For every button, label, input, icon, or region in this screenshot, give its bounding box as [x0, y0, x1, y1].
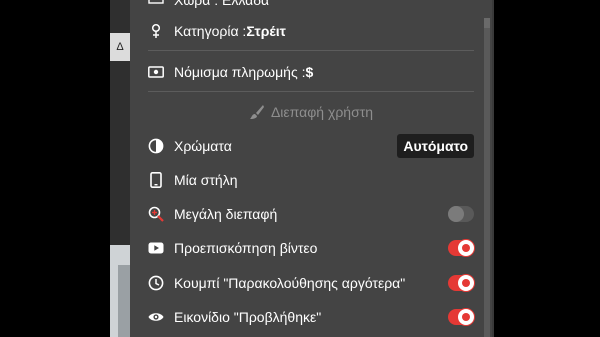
phone-icon: [148, 172, 164, 188]
banknote-icon: [148, 64, 164, 80]
colors-label: Χρώματα: [174, 138, 232, 154]
contrast-icon: [148, 138, 164, 154]
background-video-thumbnail: [110, 245, 130, 337]
ui-section-label: Διεπαφή χρήστη: [270, 104, 374, 120]
large-interface-toggle[interactable]: [448, 206, 474, 222]
currency-row[interactable]: Νόμισμα πληρωμής : $: [148, 57, 474, 87]
eye-icon: [148, 309, 164, 325]
watch-later-row[interactable]: Κουμπί "Παρακολούθησης αργότερα": [148, 268, 475, 298]
colors-row[interactable]: Χρώματα Αυτόματο: [148, 131, 474, 161]
ui-section-title: Διεπαφή χρήστη: [148, 98, 474, 126]
clock-icon: [148, 275, 164, 291]
background-tab-label: Δ: [116, 41, 124, 53]
video-preview-toggle[interactable]: [448, 239, 475, 257]
watched-icon-toggle[interactable]: [448, 308, 475, 326]
watch-later-toggle[interactable]: [448, 274, 475, 292]
divider: [148, 91, 474, 92]
single-column-row[interactable]: Μία στήλη: [148, 165, 474, 195]
video-preview-row[interactable]: Προεπισκόπηση βίντεο: [148, 233, 475, 263]
watch-later-label: Κουμπί "Παρακολούθησης αργότερα": [174, 275, 406, 291]
colors-mode-button[interactable]: Αυτόματο: [397, 134, 474, 158]
category-row[interactable]: Κατηγορία : Στρέιτ: [148, 16, 474, 46]
play-icon: [148, 240, 164, 256]
menu-scrollbar-thumb[interactable]: [484, 18, 490, 28]
zoom-icon: [148, 206, 164, 222]
flag-icon: [148, 0, 164, 8]
category-label: Κατηγορία :: [174, 23, 247, 39]
single-column-label: Μία στήλη: [174, 172, 238, 188]
large-interface-label: Μεγάλη διεπαφή: [174, 206, 278, 222]
country-row[interactable]: Χώρα : Ελλάδα: [148, 0, 269, 8]
large-interface-row[interactable]: Μεγάλη διεπαφή: [148, 199, 474, 229]
watched-icon-label: Εικονίδιο "Προβλήθηκε": [174, 309, 322, 325]
divider: [148, 50, 474, 51]
brush-icon: [249, 104, 265, 120]
menu-scrollbar[interactable]: [484, 18, 490, 337]
person-icon: [148, 23, 164, 39]
currency-value: $: [305, 64, 314, 80]
watched-icon-row[interactable]: Εικονίδιο "Προβλήθηκε": [148, 302, 475, 332]
currency-label: Νόμισμα πληρωμής :: [174, 64, 306, 80]
background-tab[interactable]: Δ: [110, 33, 130, 61]
video-preview-label: Προεπισκόπηση βίντεο: [174, 240, 318, 256]
category-value: Στρέιτ: [246, 23, 286, 39]
country-label: Χώρα : Ελλάδα: [174, 0, 270, 8]
